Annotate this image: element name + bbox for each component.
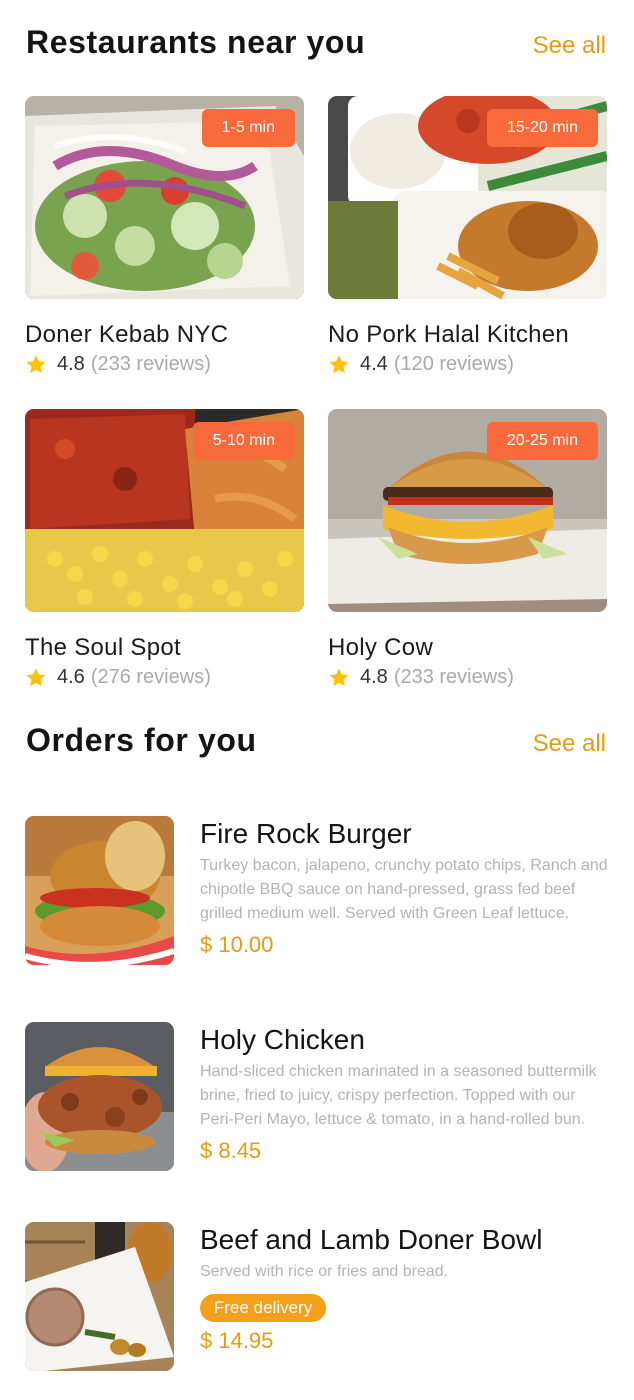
restaurant-rating: 4.8 (233 reviews): [25, 353, 304, 376]
restaurant-rating: 4.8 (233 reviews): [328, 666, 607, 689]
restaurant-image: 1-5 min: [25, 96, 304, 299]
review-count: (233 reviews): [393, 666, 514, 688]
restaurant-name: No Pork Halal Kitchen: [328, 321, 570, 348]
section-title-orders: Orders for you: [26, 722, 257, 758]
star-icon: [26, 354, 46, 373]
see-all-orders-link[interactable]: See all: [533, 730, 606, 758]
order-image: [25, 1222, 174, 1371]
review-count: (120 reviews): [393, 353, 514, 375]
order-name: Beef and Lamb Doner Bowl: [200, 1224, 543, 1255]
review-count: (233 reviews): [90, 353, 211, 375]
order-price: $ 8.45: [200, 1138, 262, 1163]
delivery-time-badge: 5-10 min: [192, 422, 295, 460]
restaurant-name: The Soul Spot: [25, 634, 181, 661]
restaurant-name: Doner Kebab NYC: [25, 321, 229, 348]
restaurants-header: Restaurants near you See all: [26, 24, 606, 61]
order-item[interactable]: Holy Chicken Hand-sliced chicken marinat…: [25, 1022, 609, 1172]
restaurant-image: 15-20 min: [328, 96, 607, 299]
order-details: Fire Rock Burger Turkey bacon, jalapeno,…: [200, 816, 609, 958]
rating-value: 4.8: [57, 353, 85, 375]
order-price: $ 10.00: [200, 932, 274, 957]
review-count: (276 reviews): [90, 666, 211, 688]
delivery-time-badge: 20-25 min: [486, 422, 598, 460]
delivery-time-badge: 1-5 min: [201, 109, 295, 147]
restaurant-card[interactable]: 20-25 min Holy Cow 4.8 (233 reviews): [328, 409, 607, 689]
orders-header: Orders for you See all: [26, 722, 606, 759]
rating-value: 4.6: [57, 666, 85, 688]
restaurant-image: 20-25 min: [328, 409, 607, 612]
order-description: Turkey bacon, jalapeno, crunchy potato c…: [200, 857, 608, 922]
restaurant-rating: 4.4 (120 reviews): [328, 353, 607, 376]
order-name: Holy Chicken: [200, 1024, 365, 1055]
order-description: Served with rice or fries and bread.: [200, 1263, 449, 1280]
see-all-restaurants-link[interactable]: See all: [533, 32, 606, 60]
order-price: $ 14.95: [200, 1328, 274, 1353]
star-icon: [329, 667, 349, 686]
order-image: [25, 816, 174, 965]
restaurant-image: 5-10 min: [25, 409, 304, 612]
free-delivery-badge: Free delivery: [200, 1294, 327, 1322]
star-icon: [26, 667, 46, 686]
rating-value: 4.4: [360, 353, 388, 375]
order-description: Hand-sliced chicken marinated in a seaso…: [200, 1063, 597, 1128]
star-icon: [329, 354, 349, 373]
order-details: Holy Chicken Hand-sliced chicken marinat…: [200, 1022, 609, 1164]
restaurant-name: Holy Cow: [328, 634, 434, 661]
order-item[interactable]: Fire Rock Burger Turkey bacon, jalapeno,…: [25, 816, 609, 966]
delivery-time-badge: 15-20 min: [486, 109, 598, 147]
order-details: Beef and Lamb Doner Bowl Served with ric…: [200, 1222, 609, 1354]
restaurant-card[interactable]: 1-5 min Doner Kebab NYC 4.8 (233 reviews…: [25, 96, 304, 376]
restaurant-card[interactable]: 15-20 min No Pork Halal Kitchen 4.4 (120…: [328, 96, 607, 376]
restaurant-card[interactable]: 5-10 min The Soul Spot 4.6 (276 reviews): [25, 409, 304, 689]
order-name: Fire Rock Burger: [200, 818, 412, 849]
rating-value: 4.8: [360, 666, 388, 688]
order-item[interactable]: Beef and Lamb Doner Bowl Served with ric…: [25, 1222, 609, 1372]
order-image: [25, 1022, 174, 1171]
restaurant-rating: 4.6 (276 reviews): [25, 666, 304, 689]
section-title-restaurants: Restaurants near you: [26, 24, 366, 60]
